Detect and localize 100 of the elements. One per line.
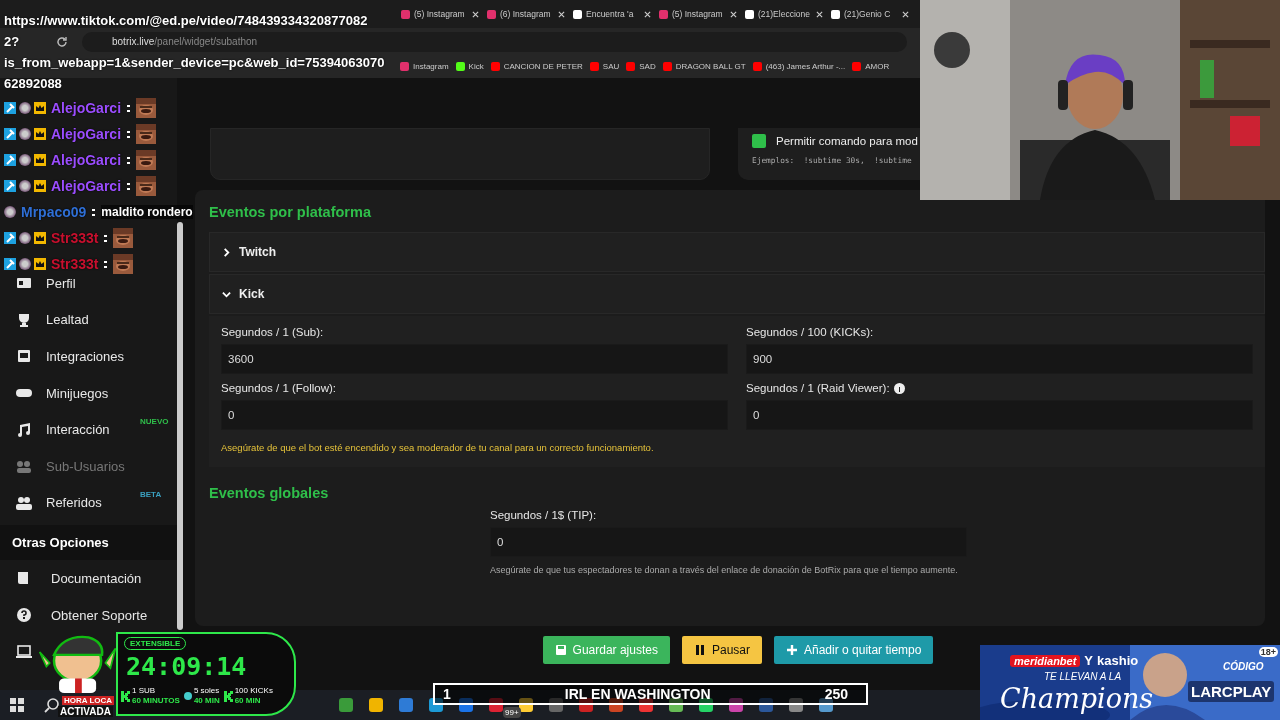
site-icon <box>455 62 465 71</box>
reload-icon[interactable] <box>56 35 68 48</box>
app-icon[interactable] <box>609 698 623 712</box>
app-icon[interactable] <box>429 698 443 712</box>
sidebar-item[interactable]: Obtener Soporte <box>0 604 177 627</box>
hammer-icon <box>4 258 16 270</box>
app-icon[interactable] <box>729 698 743 712</box>
app-icon[interactable] <box>459 698 473 712</box>
field-label: Segundos / 1 (Follow): <box>221 382 337 394</box>
accordion-header[interactable]: Kick <box>209 274 1265 314</box>
countdown-timer: 24:09:14 <box>126 652 247 681</box>
sidebar-item[interactable]: Interacción NUEVO <box>0 418 177 441</box>
ad-text: Y <box>1084 653 1094 668</box>
mascot-caption: HORA LOCA <box>62 696 115 705</box>
browser-tab[interactable]: (21)Genio C <box>828 9 912 19</box>
field-label: Segundos / 1 (Raid Viewer): <box>746 382 890 394</box>
app-icon[interactable] <box>699 698 713 712</box>
bookmark[interactable]: DRAGON BALL GT <box>662 62 746 71</box>
browser-tab[interactable]: Encuentra 'a <box>570 9 654 19</box>
close-icon[interactable] <box>558 10 565 18</box>
site-icon <box>573 9 582 19</box>
stat-value: 60 MINUTOS <box>132 696 180 706</box>
bookmark[interactable]: SAU <box>589 62 620 71</box>
app-icon[interactable] <box>519 698 533 712</box>
plus-icon <box>786 644 798 656</box>
site-icon <box>852 62 862 71</box>
sidebar-item[interactable]: Perfil <box>0 272 177 295</box>
site-icon <box>659 9 668 19</box>
music-icon <box>16 422 32 437</box>
bookmark[interactable]: AMOR <box>852 62 890 71</box>
site-icon <box>831 9 840 19</box>
info-icon[interactable] <box>893 382 905 394</box>
chat-username: Str333t <box>51 230 99 246</box>
app-icon[interactable] <box>669 698 683 712</box>
colon-icon <box>104 233 108 243</box>
app-icon[interactable] <box>489 698 503 712</box>
windows-icon[interactable] <box>10 698 24 712</box>
browser-tab[interactable]: (6) Instagram <box>484 9 568 19</box>
app-icon[interactable] <box>759 698 773 712</box>
browser-tab[interactable]: (5) Instagram <box>656 9 740 19</box>
bookmark[interactable]: Kick <box>455 62 484 71</box>
chat-username: AlejoGarci <box>51 178 122 194</box>
number-field[interactable]: 3600 <box>221 344 728 374</box>
kick-icon <box>121 690 130 702</box>
warning-text: Asegúrate de que el bot esté encendido y sea moderador de tu canal para un correcto funcionamiento. <box>221 442 655 453</box>
ad-text: CÓDIGO <box>1223 661 1264 672</box>
sidebar-item[interactable]: Documentación <box>0 567 177 590</box>
sidebar-item[interactable]: Integraciones <box>0 345 177 368</box>
site-icon <box>487 9 496 19</box>
section-heading: Otras Opciones <box>0 525 177 561</box>
browser-tab[interactable]: (21)Eleccione <box>742 9 826 19</box>
bookmark[interactable]: CANCION DE PETER <box>490 62 583 71</box>
field-label: Segundos / 1$ (TIP): <box>490 509 597 521</box>
scrollbar[interactable] <box>177 222 183 630</box>
app-icon[interactable] <box>579 698 593 712</box>
app-icon[interactable] <box>789 698 803 712</box>
overlay-text: https://www.tiktok.com/@ed.pe/video/748439334320877082 <box>4 12 368 30</box>
address-field[interactable]: botrix.live/panel/widget/subathon <box>82 31 907 52</box>
profile-icon <box>16 276 32 291</box>
ad-headline: Champions <box>1000 683 1154 714</box>
close-icon[interactable] <box>644 10 651 18</box>
hammer-icon <box>4 180 16 192</box>
score-text: 250 <box>824 686 848 702</box>
colon-icon <box>104 259 108 269</box>
sidebar-item[interactable]: Lealtad <box>0 308 177 331</box>
badge-label: BETA <box>140 489 162 499</box>
coin-icon <box>183 692 192 700</box>
chat-username: AlejoGarci <box>51 152 122 168</box>
number-field[interactable]: 0 <box>490 527 967 557</box>
stat-value: 60 MIN <box>234 696 262 706</box>
checkbox[interactable] <box>752 134 766 148</box>
sidebar-item[interactable]: Referidos BETA <box>0 491 177 514</box>
bookmark[interactable]: (463) James Arthur -... <box>752 62 846 71</box>
close-icon[interactable] <box>730 10 737 18</box>
number-field[interactable]: 0 <box>221 400 728 430</box>
number-field[interactable]: 0 <box>746 400 1253 430</box>
brand-label: kashio <box>1097 653 1139 668</box>
bookmark[interactable]: SAD <box>626 62 656 71</box>
number-field[interactable]: 900 <box>746 344 1253 374</box>
close-icon[interactable] <box>816 10 823 18</box>
rank-number: 1 <box>443 686 451 702</box>
overlay-text: 62892088 <box>4 75 62 93</box>
colon-icon <box>127 155 131 165</box>
overlay-text: 2? <box>4 33 20 51</box>
app-icon[interactable] <box>639 698 653 712</box>
pause-button[interactable]: Pausar <box>681 636 762 664</box>
app-icon[interactable] <box>549 698 563 712</box>
site-icon <box>662 62 672 71</box>
app-icon[interactable] <box>819 698 833 712</box>
promo-code: LARCPLAY <box>1188 681 1275 702</box>
accordion-header[interactable]: Twitch <box>209 232 1265 272</box>
bookmark[interactable]: Instagram <box>400 62 449 71</box>
search-icon[interactable] <box>44 697 59 713</box>
browser-tab[interactable]: (5) Instagram <box>398 9 482 19</box>
close-icon[interactable] <box>902 10 909 18</box>
close-icon[interactable] <box>472 10 479 18</box>
section-heading: Eventos globales <box>209 485 330 501</box>
sidebar-item[interactable]: Minijuegos <box>0 382 177 405</box>
laptop-icon[interactable] <box>16 644 32 659</box>
section-heading: Eventos por plataforma <box>209 204 372 220</box>
